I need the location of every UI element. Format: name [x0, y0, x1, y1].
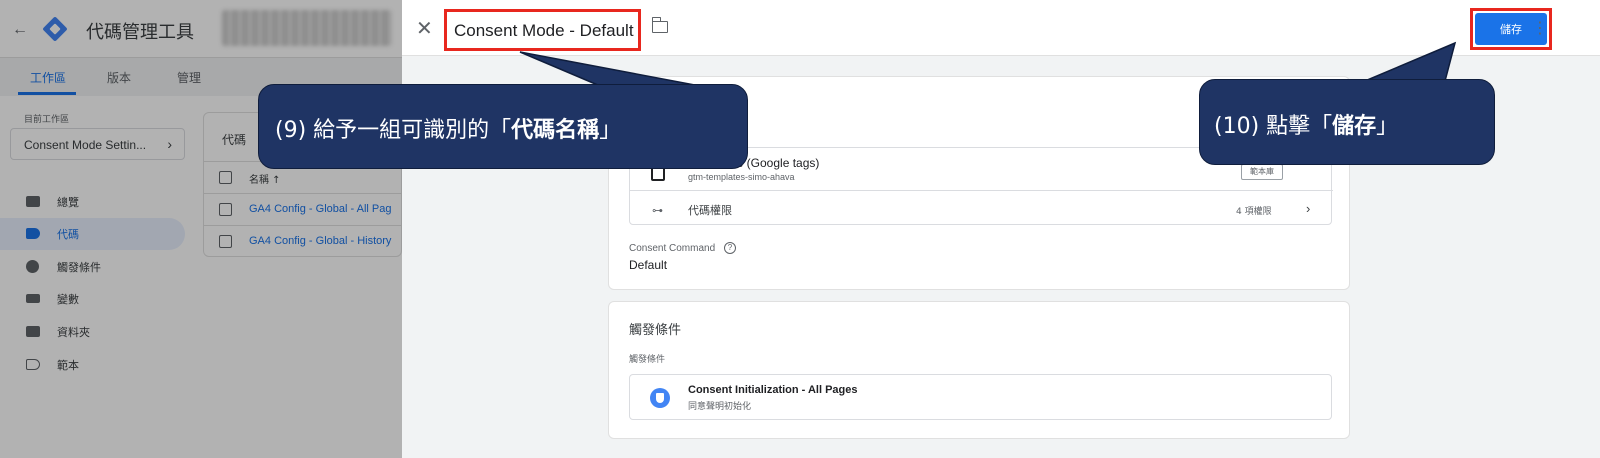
callout-bold-text: 儲存: [1332, 114, 1377, 139]
callout-pointers: [519, 41, 1457, 87]
callout-text: 」: [1376, 114, 1399, 139]
callout-step-9: (9) 給予一組可識別的「代碼名稱」: [258, 84, 748, 169]
callout-pointer-save: [1364, 41, 1457, 82]
callout-pointer-name: [519, 51, 701, 87]
callout-text: (9) 給予一組可識別的「: [275, 118, 512, 143]
callout-text: 」: [599, 118, 622, 143]
callout-step-10: (10) 點擊「儲存」: [1199, 79, 1495, 165]
callout-bold-text: 代碼名稱: [511, 118, 600, 143]
callout-text: (10) 點擊「: [1214, 114, 1333, 139]
